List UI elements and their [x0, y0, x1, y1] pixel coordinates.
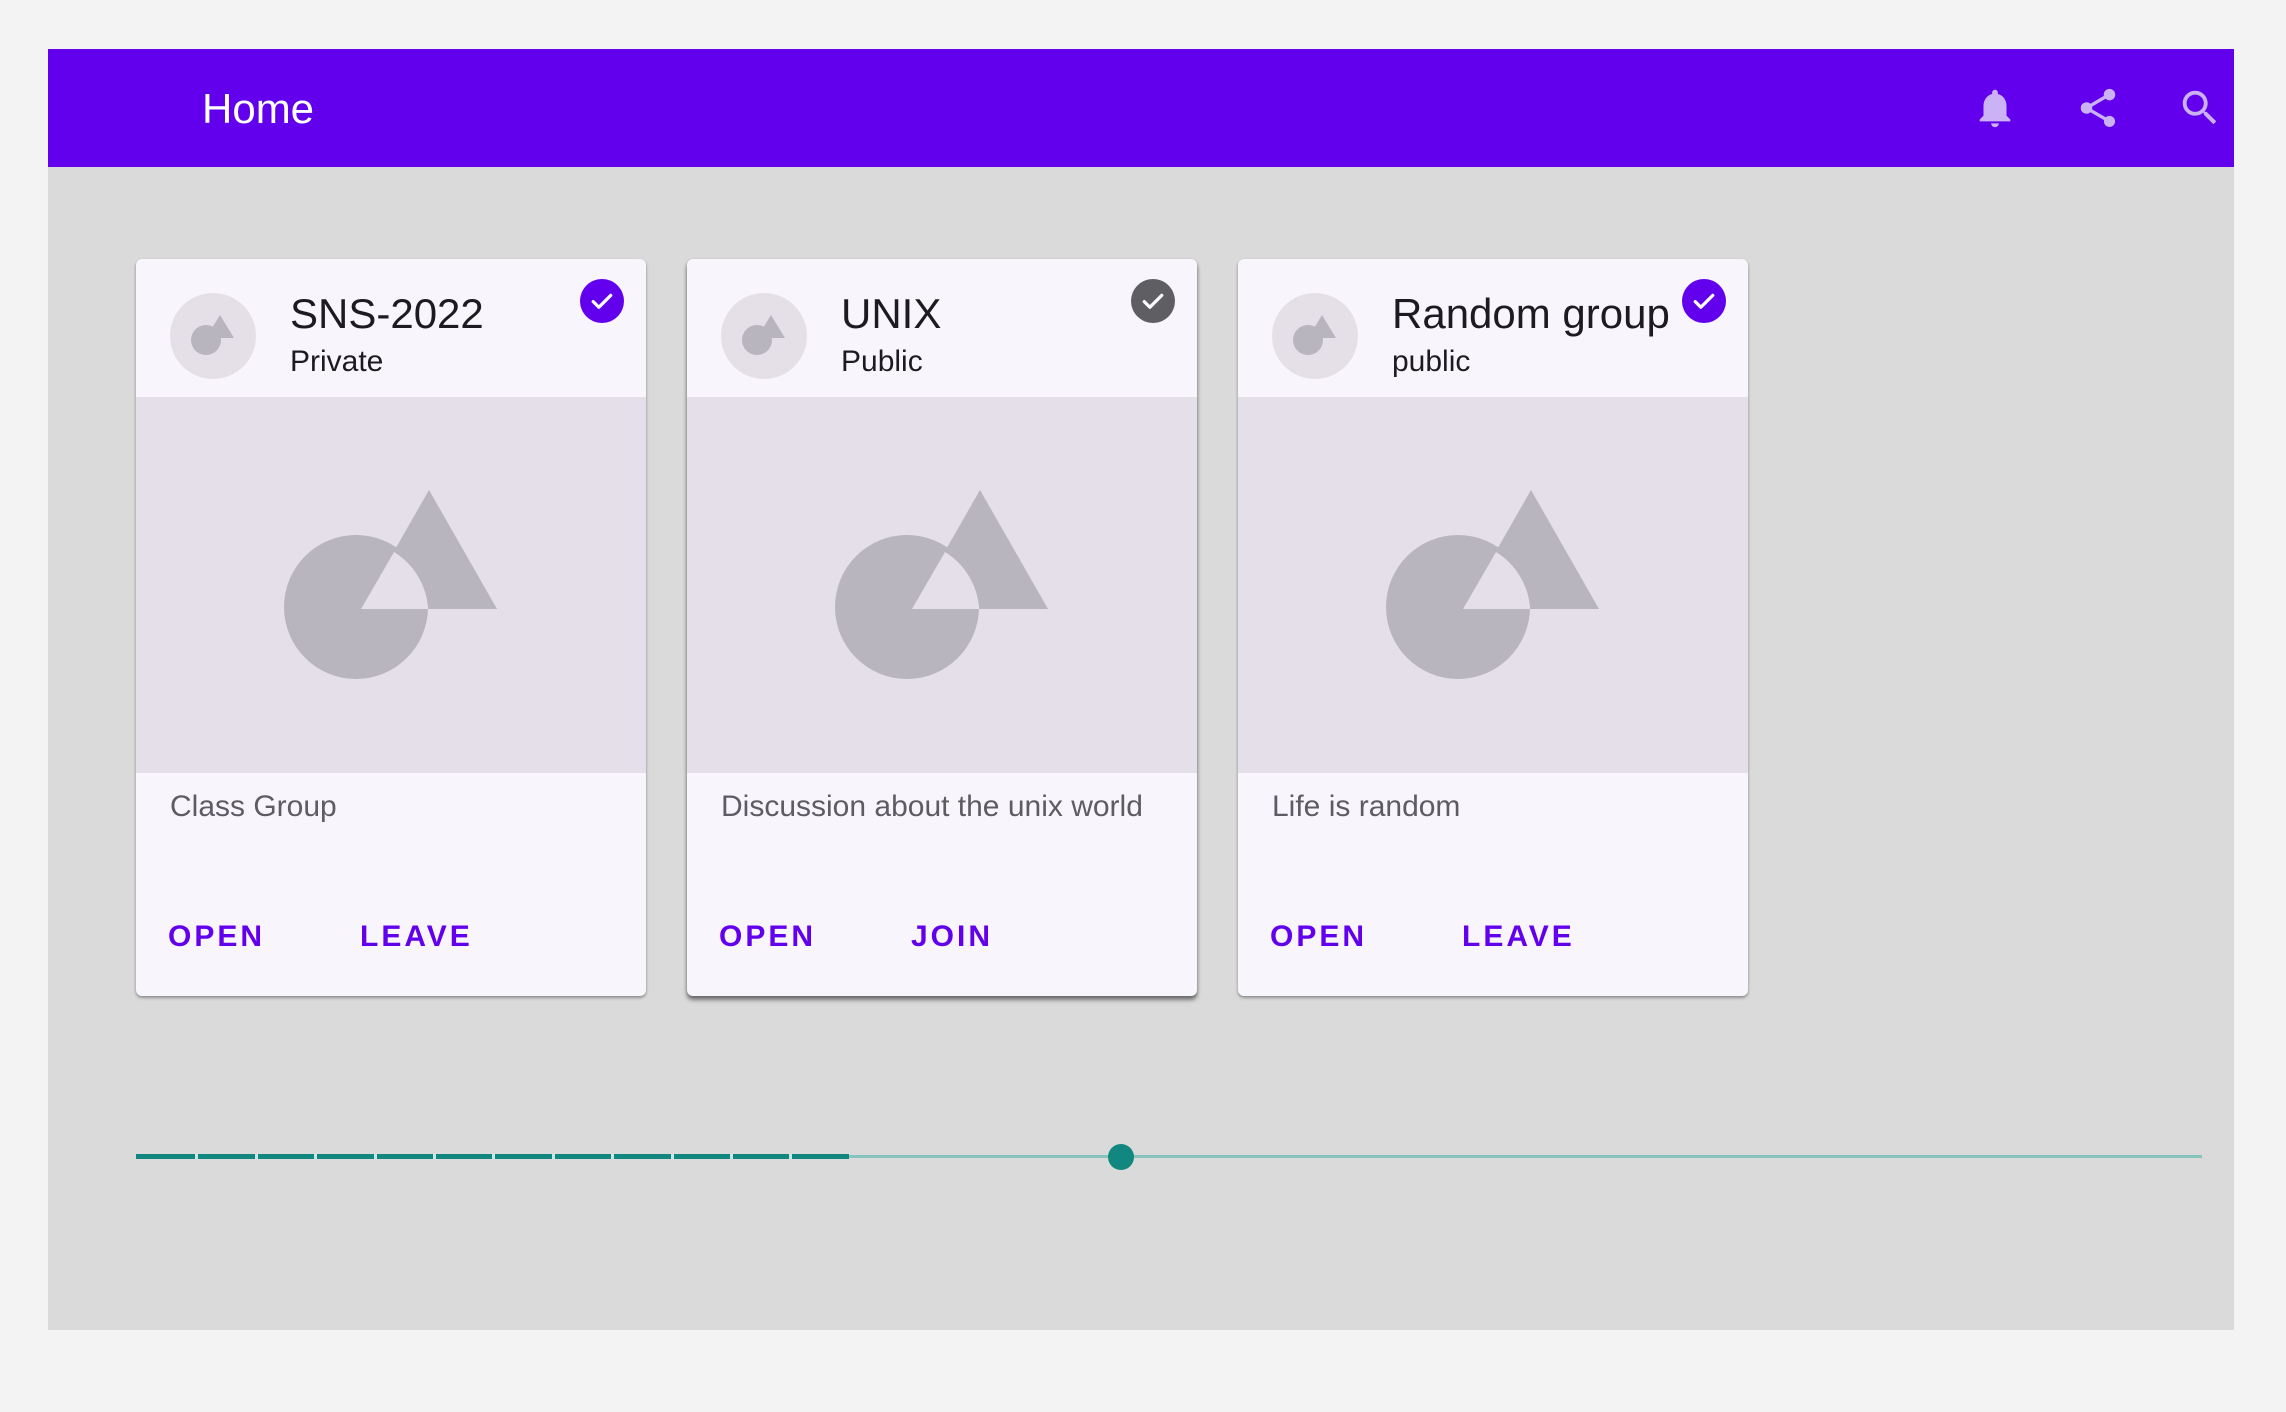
placeholder-image-icon — [742, 315, 785, 355]
group-card: SNS-2022 Private Class Group OPEN LEAVE — [136, 259, 646, 996]
card-description: Life is random — [1272, 790, 1461, 823]
page-title: Home — [202, 85, 315, 132]
slider-tick — [195, 1154, 199, 1159]
slider-tick — [492, 1154, 496, 1159]
slider-tick — [551, 1154, 555, 1159]
share-icon — [2080, 88, 2116, 128]
slider-tick — [729, 1154, 733, 1159]
placeholder-image-icon — [284, 490, 497, 679]
slider-tick — [373, 1154, 377, 1159]
top-app-bar: Home — [48, 49, 2234, 167]
check-circle-icon[interactable] — [580, 279, 624, 323]
card-description: Class Group — [170, 790, 337, 823]
card-media — [136, 397, 646, 773]
card-subtitle: public — [1392, 345, 1471, 378]
check-circle-icon[interactable] — [1682, 279, 1726, 323]
join-button[interactable]: JOIN — [911, 919, 993, 955]
placeholder-image-icon — [1386, 490, 1599, 679]
slider-tick — [670, 1154, 674, 1159]
leave-button[interactable]: LEAVE — [360, 919, 473, 955]
card-subtitle: Private — [290, 345, 384, 378]
card-media — [687, 397, 1197, 773]
card-title: UNIX — [841, 290, 942, 337]
card-description: Discussion about the unix world — [721, 790, 1143, 823]
slider-tick — [254, 1154, 258, 1159]
slider-tick — [432, 1154, 436, 1159]
card-subtitle: Public — [841, 345, 923, 378]
placeholder-image-icon — [191, 315, 234, 355]
placeholder-image-icon — [1293, 315, 1336, 355]
app-window: Home SNS-2022 Private Class Group OPEN L… — [48, 49, 2234, 1330]
group-card: UNIX Public Discussion about the unix wo… — [687, 259, 1197, 996]
group-card: Random group public Life is random OPEN … — [1238, 259, 1748, 996]
search-button[interactable] — [2170, 78, 2230, 138]
notifications-button[interactable] — [1965, 78, 2025, 138]
card-title: SNS-2022 — [290, 290, 484, 337]
avatar — [170, 293, 256, 379]
slider-tick — [611, 1154, 615, 1159]
open-button[interactable]: OPEN — [1270, 919, 1367, 955]
placeholder-image-icon — [835, 490, 1048, 679]
avatar — [1272, 293, 1358, 379]
open-button[interactable]: OPEN — [168, 919, 265, 955]
card-media — [1238, 397, 1748, 773]
bell-icon — [1979, 89, 2011, 128]
slider[interactable] — [136, 1137, 2202, 1177]
open-button[interactable]: OPEN — [719, 919, 816, 955]
leave-button[interactable]: LEAVE — [1462, 919, 1575, 955]
slider-thumb[interactable] — [1108, 1144, 1135, 1170]
check-circle-icon[interactable] — [1131, 279, 1175, 323]
share-button[interactable] — [2068, 78, 2128, 138]
search-icon — [2182, 90, 2217, 125]
card-title: Random group — [1392, 290, 1670, 337]
slider-tick — [314, 1154, 318, 1159]
avatar — [721, 293, 807, 379]
slider-tick — [789, 1154, 793, 1159]
